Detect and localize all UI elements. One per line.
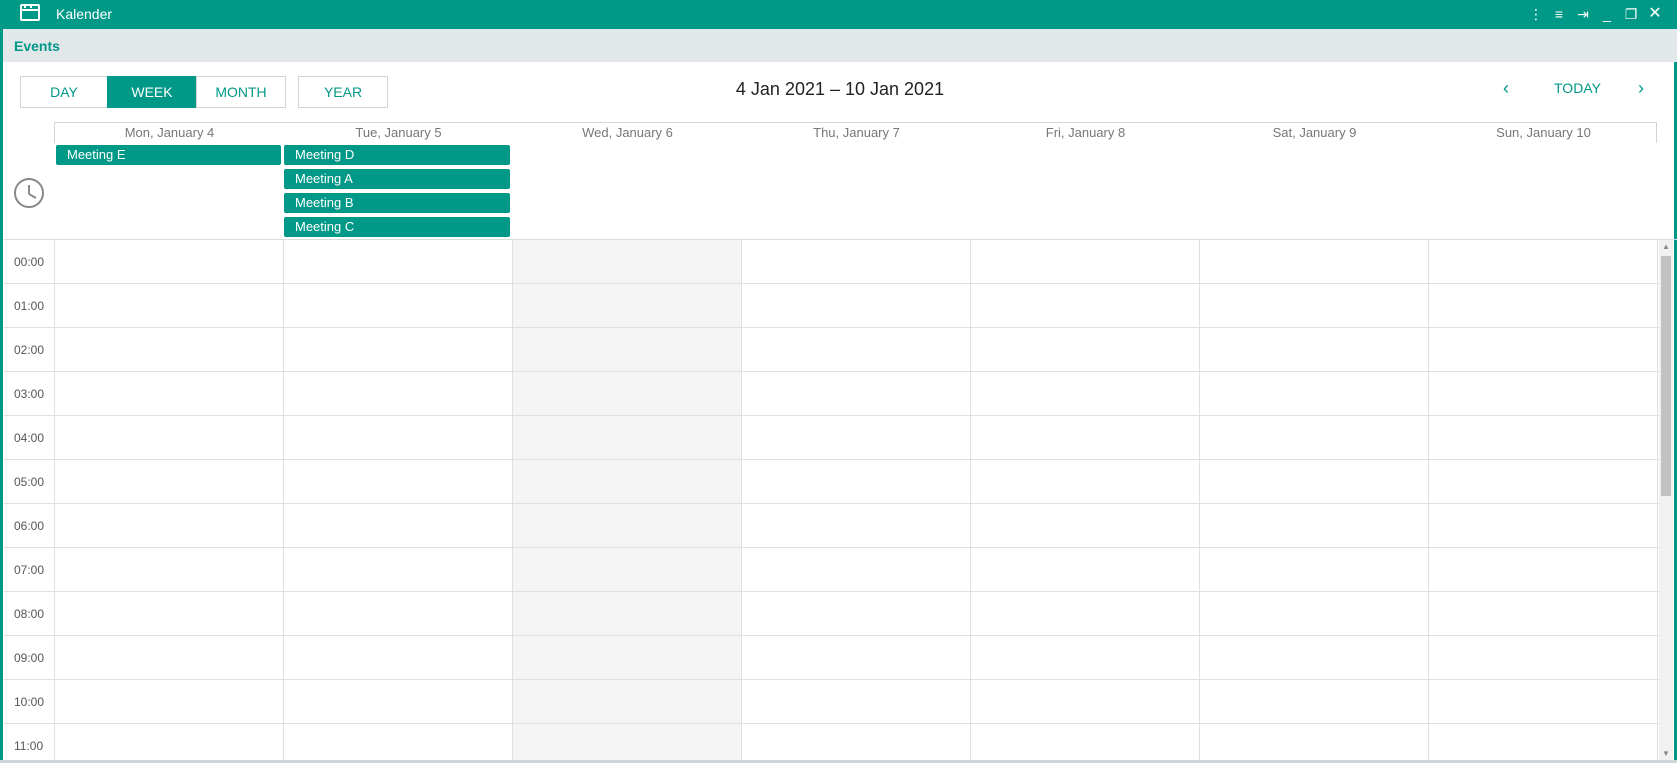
left-border: [0, 62, 3, 763]
menu-icon[interactable]: ≡: [1550, 4, 1568, 24]
view-day-button[interactable]: DAY: [20, 76, 108, 108]
hour-label: 02:00: [14, 343, 45, 357]
column-divider: [512, 240, 513, 761]
hour-label: 11:00: [14, 739, 44, 753]
hour-row[interactable]: 11:00: [4, 724, 1659, 761]
today-button[interactable]: TODAY: [1554, 80, 1601, 96]
event-meeting-b[interactable]: Meeting B: [284, 193, 510, 213]
column-divider: [1657, 240, 1658, 761]
hour-label: 00:00: [14, 255, 45, 269]
restore-icon[interactable]: ❐: [1622, 4, 1640, 24]
hour-label: 01:00: [14, 299, 45, 313]
view-week-button[interactable]: WEEK: [107, 76, 197, 108]
close-icon[interactable]: ✕: [1646, 4, 1664, 24]
column-divider: [970, 240, 971, 761]
day-header: Fri, January 8: [1045, 125, 1126, 140]
panel-title: Events: [14, 38, 60, 54]
pin-icon[interactable]: ⇥: [1574, 4, 1592, 24]
window-titlebar: Kalender ⋮ ≡ ⇥ _ ❐ ✕: [0, 0, 1677, 29]
hour-row[interactable]: 05:00: [4, 460, 1659, 504]
hour-label: 10:00: [14, 695, 45, 709]
hour-row[interactable]: 01:00: [4, 284, 1659, 328]
event-meeting-e[interactable]: Meeting E: [56, 145, 281, 165]
events-panel-header: Events: [0, 29, 1677, 62]
column-divider: [283, 240, 284, 761]
hour-row[interactable]: 10:00: [4, 680, 1659, 724]
next-week-button[interactable]: ›: [1638, 78, 1644, 99]
hour-row[interactable]: 02:00: [4, 328, 1659, 372]
hour-label: 04:00: [14, 431, 45, 445]
day-header: Mon, January 4: [124, 125, 215, 140]
column-divider: [54, 240, 55, 761]
hour-row[interactable]: 04:00: [4, 416, 1659, 460]
view-month-button[interactable]: MONTH: [196, 76, 286, 108]
time-grid[interactable]: 00:00 01:00 02:00 03:00 04:00 05:00 06:0…: [4, 240, 1659, 761]
more-vert-icon[interactable]: ⋮: [1527, 4, 1545, 24]
hour-row[interactable]: 09:00: [4, 636, 1659, 680]
day-header: Tue, January 5: [355, 125, 442, 140]
view-year-button[interactable]: YEAR: [298, 76, 388, 108]
day-header: Sat, January 9: [1272, 125, 1357, 140]
vertical-scrollbar[interactable]: ▲ ▼: [1659, 240, 1673, 761]
date-range-title: 4 Jan 2021 – 10 Jan 2021: [735, 79, 945, 99]
hour-row[interactable]: 06:00: [4, 504, 1659, 548]
clock-icon: [14, 178, 44, 208]
hour-label: 05:00: [14, 475, 45, 489]
column-divider: [1199, 240, 1200, 761]
minimize-icon[interactable]: _: [1598, 4, 1616, 24]
all-day-area[interactable]: Meeting E Meeting D Meeting A Meeting B …: [4, 143, 1677, 240]
day-header: Thu, January 7: [813, 125, 900, 140]
window-title: Kalender: [56, 6, 113, 22]
day-header-row: Mon, January 4 Tue, January 5 Wed, Janua…: [54, 122, 1657, 143]
event-meeting-a[interactable]: Meeting A: [284, 169, 510, 189]
hour-label: 07:00: [14, 563, 45, 577]
hour-label: 09:00: [14, 651, 45, 665]
day-header: Wed, January 6: [582, 125, 673, 140]
calendar-window-icon: [20, 4, 40, 21]
hour-row[interactable]: 00:00: [4, 240, 1659, 284]
hour-label: 06:00: [14, 519, 45, 533]
scroll-up-arrow-icon[interactable]: ▲: [1659, 240, 1673, 254]
scroll-down-arrow-icon[interactable]: ▼: [1659, 747, 1673, 761]
column-divider: [1428, 240, 1429, 761]
column-divider: [741, 240, 742, 761]
event-meeting-c[interactable]: Meeting C: [284, 217, 510, 237]
hour-row[interactable]: 08:00: [4, 592, 1659, 636]
day-header: Sun, January 10: [1496, 125, 1591, 140]
hour-label: 08:00: [14, 607, 45, 621]
event-meeting-d[interactable]: Meeting D: [284, 145, 510, 165]
previous-week-button[interactable]: ‹: [1503, 78, 1509, 99]
hour-label: 03:00: [14, 387, 45, 401]
hour-row[interactable]: 07:00: [4, 548, 1659, 592]
scroll-thumb[interactable]: [1661, 256, 1671, 496]
hour-row[interactable]: 03:00: [4, 372, 1659, 416]
